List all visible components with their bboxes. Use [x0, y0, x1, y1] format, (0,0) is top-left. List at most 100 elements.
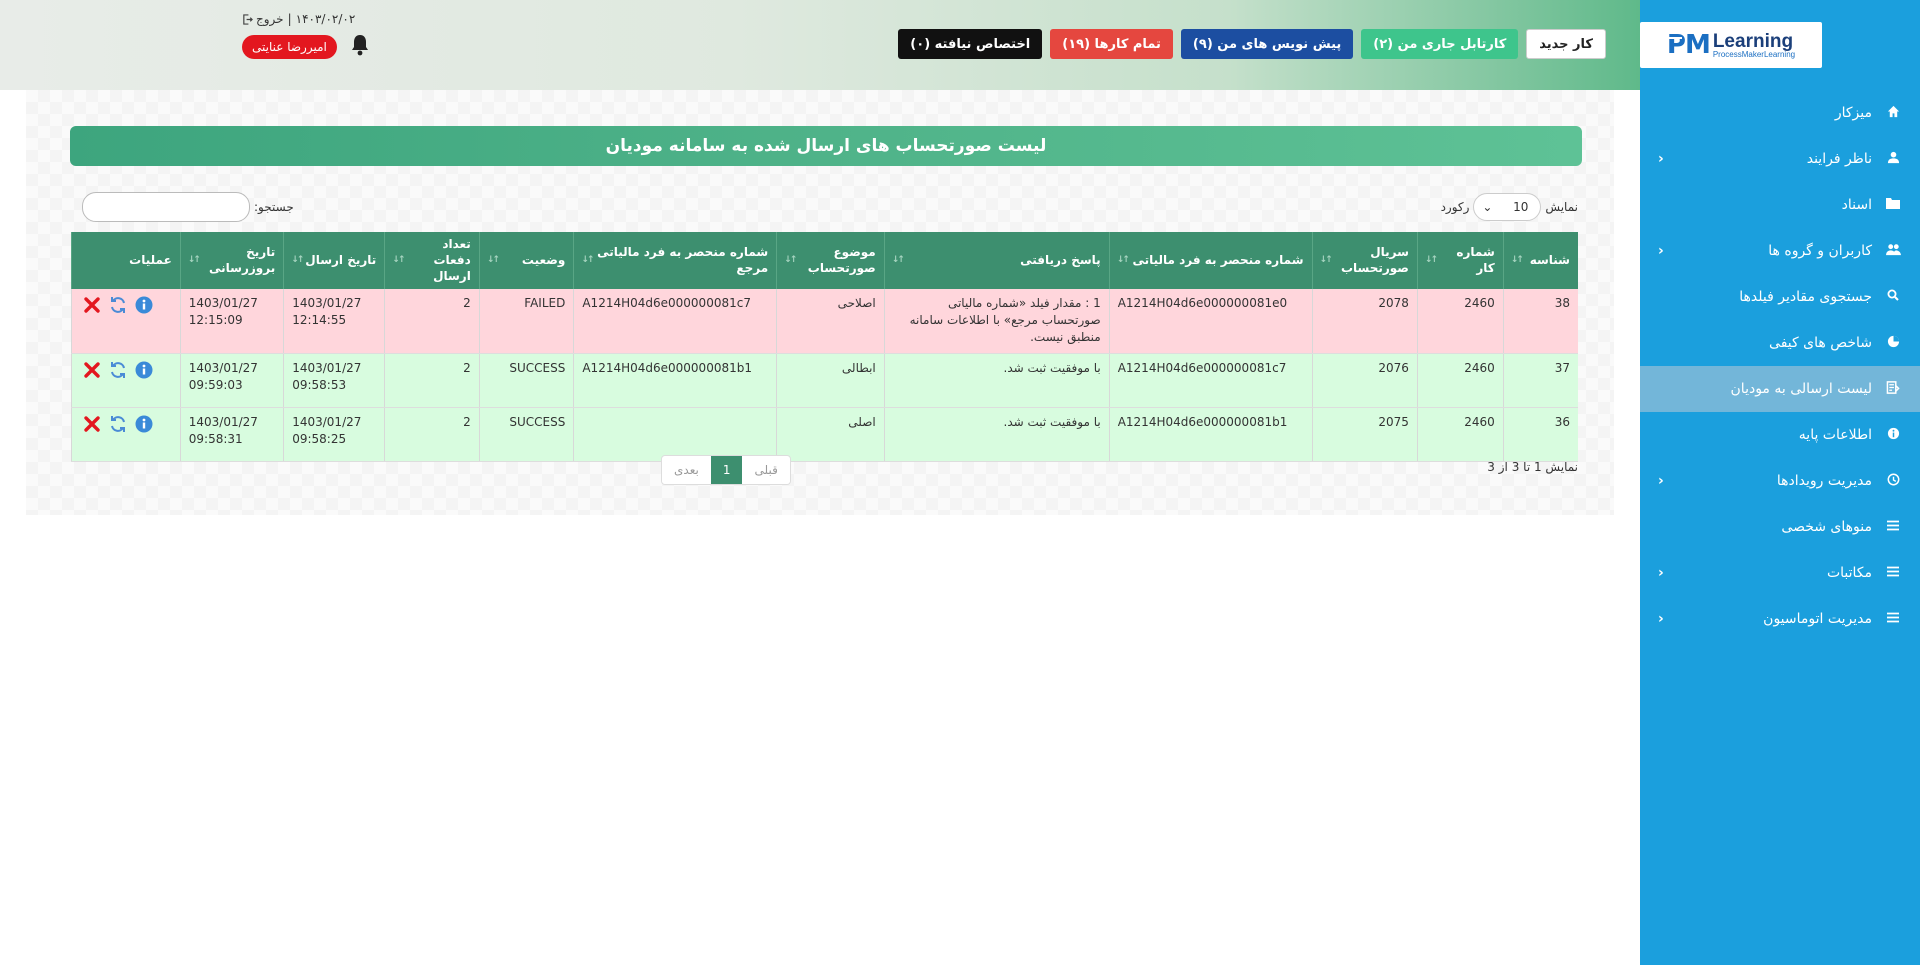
column-header[interactable]: وضعیت ↑↓: [478, 232, 574, 289]
main-content: لیست صورتحساب های ارسال شده به سامانه مو…: [0, 90, 1640, 965]
list-icon: [1884, 612, 1902, 627]
sidebar-item-label: کاربران و گروه ها: [1768, 243, 1872, 259]
sidebar-item[interactable]: شاخص های کیفی: [1640, 320, 1920, 366]
table-body: 38 2460 2078 A1214H04d6e000000081e0 1 : مقدا…: [71, 288, 1578, 462]
operations-cell: [71, 288, 181, 354]
delete-icon[interactable]: [82, 414, 102, 434]
response-cell: با موفقیت ثبت شد.: [883, 353, 1110, 408]
update-date-cell: 1403/01/27 09:59:03: [179, 353, 284, 408]
tax-id-cell: A1214H04d6e000000081c7: [1108, 353, 1313, 408]
page-length-select[interactable]: ⌄ 10: [1473, 193, 1542, 221]
logo-area: PM Learning ProcessMakerLearning: [1640, 0, 1920, 90]
info-icon[interactable]: [134, 295, 154, 315]
date-value: 1403/01/27: [292, 360, 362, 375]
delete-icon[interactable]: [82, 295, 102, 315]
column-header[interactable]: موضوع صورتحساب ↑↓: [776, 232, 885, 289]
all-tasks-button[interactable]: تمام کارها (۱۹): [1050, 29, 1173, 59]
update-date-cell: 1403/01/27 09:58:31: [179, 407, 284, 462]
sidebar-item-label: میزکار: [1834, 105, 1872, 121]
bell-icon[interactable]: [350, 34, 370, 56]
logo-learning: Learning: [1712, 30, 1794, 52]
refresh-icon[interactable]: [108, 414, 128, 434]
column-header[interactable]: شماره منحصر به فرد مالیاتی مرجع ↑↓: [573, 232, 777, 289]
chevron-left-icon: ‹: [1658, 473, 1664, 489]
logout-label: خروج: [256, 12, 284, 26]
menu-toggle-icon[interactable]: [1664, 25, 1682, 39]
column-header[interactable]: تاریخ ارسال ↑↓: [283, 232, 385, 289]
my-drafts-button[interactable]: پیش نویس های من (۹): [1180, 29, 1354, 59]
current-date: ۱۴۰۳/۰۲/۰۲: [295, 12, 356, 26]
response-cell: 1 : مقدار فیلد «شماره مالیاتی صورتحساب م…: [883, 288, 1110, 354]
column-header-label: وضعیت: [521, 253, 566, 268]
send-count-cell: 2: [384, 288, 480, 354]
ref-tax-id-cell: [573, 407, 777, 462]
sidebar-item[interactable]: مدیریت اتوماسیون ‹: [1640, 596, 1920, 642]
column-header-label: تاریخ بروزرسانی: [209, 245, 276, 276]
sidebar-item[interactable]: ناظر فرایند ‹: [1640, 136, 1920, 182]
column-header-label: تاریخ ارسال: [305, 253, 377, 268]
subject-cell: اصلاحی: [776, 288, 885, 354]
subject-cell: اصلی: [776, 407, 885, 462]
refresh-icon[interactable]: [108, 360, 128, 380]
sidebar-item[interactable]: مدیریت رویدادها ‹: [1640, 458, 1920, 504]
sidebar-item-label: ناظر فرایند: [1806, 151, 1872, 167]
info-icon[interactable]: [134, 360, 154, 380]
date-value: 1403/01/27: [292, 414, 362, 429]
table-row: 37 2460 2076 A1214H04d6e000000081c7 با موفقی…: [71, 353, 1578, 408]
column-header[interactable]: شماره منحصر به فرد مالیاتی ↑↓: [1108, 232, 1313, 289]
column-header[interactable]: عملیات: [71, 232, 181, 289]
logout-icon: [243, 13, 253, 25]
id-cell: 37: [1502, 353, 1578, 408]
column-header-label: شناسه: [1529, 253, 1570, 268]
column-header[interactable]: شناسه ↑↓: [1502, 232, 1578, 289]
delete-icon[interactable]: [82, 360, 102, 380]
sidebar-item[interactable]: میزکار: [1640, 90, 1920, 136]
sidebar-item[interactable]: مکاتبات ‹: [1640, 550, 1920, 596]
list-icon: [1884, 520, 1902, 535]
unassigned-button[interactable]: اختصاص نیافته (۰): [898, 29, 1043, 59]
column-header[interactable]: سریال صورتحساب ↑↓: [1311, 232, 1418, 289]
sort-icon: ↑↓: [291, 255, 304, 265]
send-list-icon: [1884, 380, 1902, 398]
sort-icon: ↑↓: [581, 255, 594, 265]
sidebar-item-label: لیست ارسالی به مودیان: [1730, 381, 1872, 397]
subject-cell: ابطالی: [776, 353, 885, 408]
chevron-left-icon: ‹: [1658, 565, 1664, 581]
sidebar-item[interactable]: لیست ارسالی به مودیان: [1640, 366, 1920, 412]
serial-cell: 2076: [1311, 353, 1418, 408]
my-inbox-button[interactable]: کارتابل جاری من (۲): [1361, 29, 1519, 59]
pagination-next[interactable]: بعدی: [662, 456, 711, 484]
pagination-prev[interactable]: قبلی: [742, 456, 790, 484]
refresh-icon[interactable]: [108, 295, 128, 315]
sidebar-item[interactable]: کاربران و گروه ها ‹: [1640, 228, 1920, 274]
column-header[interactable]: تعداد دفعات ارسال ↑↓: [384, 232, 480, 289]
column-header[interactable]: تاریخ بروزرسانی ↑↓: [179, 232, 284, 289]
tax-id-cell: A1214H04d6e000000081b1: [1108, 407, 1313, 462]
sort-icon: ↑↓: [1424, 255, 1438, 265]
new-task-button[interactable]: کار جدید: [1526, 29, 1606, 59]
sort-icon: ↑↓: [784, 255, 797, 265]
send-date-cell: 1403/01/27 09:58:25: [283, 407, 385, 462]
sort-icon: ↑↓: [1319, 255, 1333, 265]
chevron-left-icon: ‹: [1658, 151, 1664, 167]
column-header-label: عملیات: [129, 253, 172, 268]
sidebar-item[interactable]: اطلاعات پایه: [1640, 412, 1920, 458]
column-header[interactable]: شماره کار ↑↓: [1416, 232, 1504, 289]
sidebar-item[interactable]: اسناد: [1640, 182, 1920, 228]
search-input[interactable]: [82, 192, 250, 222]
user-name-badge[interactable]: امیررضا عنایتی: [242, 35, 337, 59]
sidebar-item[interactable]: جستجوی مقادیر فیلدها: [1640, 274, 1920, 320]
chevron-left-icon: ‹: [1658, 611, 1664, 627]
task-no-cell: 2460: [1416, 353, 1504, 408]
pagination-current[interactable]: 1: [710, 456, 743, 484]
task-no-cell: 2460: [1416, 407, 1504, 462]
sidebar-item-label: مکاتبات: [1826, 565, 1872, 581]
home-icon: [1884, 105, 1902, 122]
column-header[interactable]: پاسخ دریافتی ↑↓: [883, 232, 1110, 289]
update-date-cell: 1403/01/27 12:15:09: [179, 288, 284, 354]
sidebar-item-label: مدیریت رویدادها: [1776, 473, 1872, 489]
logout-link[interactable]: خروج: [242, 12, 284, 26]
info-icon[interactable]: [134, 414, 154, 434]
sidebar-item[interactable]: منوهای شخصی: [1640, 504, 1920, 550]
search-label: جستجو:: [254, 200, 294, 214]
